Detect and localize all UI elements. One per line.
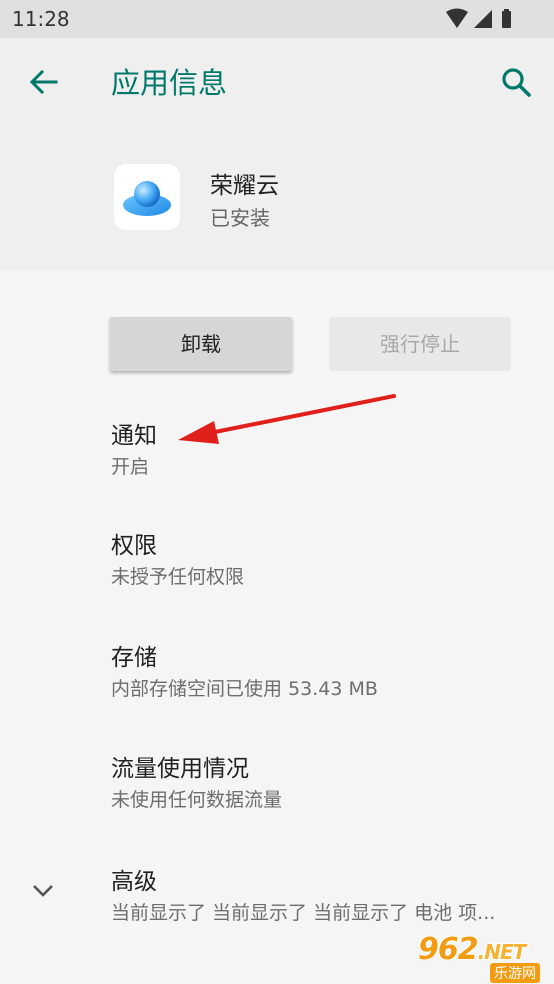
search-icon <box>502 68 531 97</box>
status-bar: 11:28 <box>0 0 554 38</box>
setting-title: 流量使用情况 <box>111 756 249 782</box>
app-name: 荣耀云 <box>210 173 279 199</box>
arrow-back-icon <box>29 69 58 95</box>
setting-data-usage[interactable]: 流量使用情况 未使用任何数据流量 <box>0 749 554 849</box>
search-button[interactable] <box>496 62 536 102</box>
app-info-header: 应用信息 荣耀云 已安装 <box>0 38 554 270</box>
watermark-main: 962.NET <box>418 932 526 967</box>
setting-summary: 内部存储空间已使用 53.43 MB <box>111 678 378 700</box>
setting-title: 权限 <box>111 533 157 559</box>
cloud-icon <box>123 181 171 216</box>
cell-signal-icon <box>474 10 492 28</box>
setting-summary: 未使用任何数据流量 <box>111 789 283 811</box>
setting-title: 存储 <box>111 645 157 671</box>
page-title: 应用信息 <box>111 66 228 100</box>
expand-button[interactable] <box>28 876 58 906</box>
setting-notifications[interactable]: 通知 开启 <box>0 416 554 516</box>
setting-permissions[interactable]: 权限 未授予任何权限 <box>0 526 554 626</box>
watermark-sub: 乐游网 <box>490 963 540 983</box>
uninstall-button[interactable]: 卸载 <box>110 317 292 371</box>
battery-icon <box>502 9 511 28</box>
setting-summary: 未授予任何权限 <box>111 566 245 588</box>
setting-storage[interactable]: 存储 内部存储空间已使用 53.43 MB <box>0 638 554 738</box>
chevron-down-icon <box>33 885 53 897</box>
force-stop-button[interactable]: 强行停止 <box>329 317 511 371</box>
install-status: 已安装 <box>210 206 270 230</box>
status-icons <box>444 8 540 30</box>
setting-title: 高级 <box>111 869 157 895</box>
setting-title: 通知 <box>111 423 157 449</box>
app-icon <box>114 164 180 230</box>
watermark-logo: 962.NET 乐游网 <box>414 932 554 984</box>
back-button[interactable] <box>24 62 64 102</box>
wifi-icon <box>446 8 468 28</box>
status-time: 11:28 <box>12 7 70 31</box>
setting-summary: 开启 <box>111 456 150 478</box>
setting-summary: 当前显示了 当前显示了 当前显示了 电池 项... <box>111 902 496 924</box>
